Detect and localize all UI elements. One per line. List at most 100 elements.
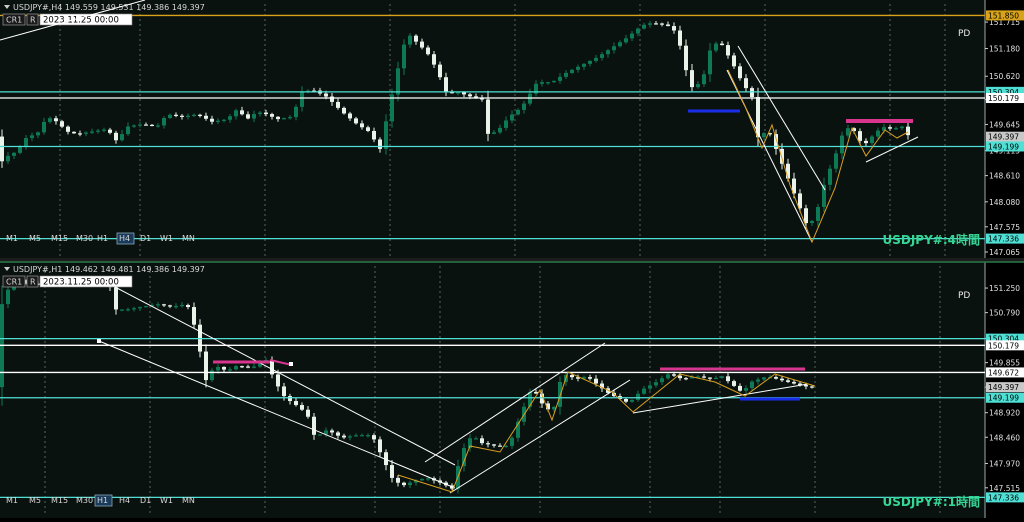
- candle-up: [624, 38, 628, 43]
- candle-up: [216, 120, 220, 122]
- candle-down: [678, 375, 682, 379]
- candle-up: [756, 379, 760, 382]
- candle-down: [570, 375, 574, 378]
- candle-down: [774, 377, 778, 379]
- candle-up: [600, 54, 604, 58]
- candle-up: [540, 82, 544, 84]
- candle-up: [492, 132, 496, 134]
- pane-1時間: 151.250150.790150.304149.855149.397148.9…: [0, 262, 1024, 518]
- candle-down: [378, 139, 382, 149]
- price-tag-label: 149.199: [988, 394, 1019, 403]
- candle-up: [12, 152, 16, 156]
- candle-up: [138, 307, 142, 309]
- candle-down: [426, 47, 430, 55]
- y-tick-label: 148.610: [989, 172, 1020, 181]
- chart-header: USDJPY#,H4 149.559 149.531 149.386 149.3…: [13, 3, 205, 12]
- candle-down: [360, 123, 364, 128]
- candle-down: [204, 115, 208, 119]
- candle-up: [558, 381, 562, 407]
- timeframe-h4: H4: [119, 234, 130, 243]
- candle-down: [198, 114, 202, 116]
- candle-down: [726, 376, 730, 382]
- candle-down: [720, 43, 724, 46]
- candle-up: [132, 125, 136, 127]
- candle-up: [252, 366, 256, 368]
- candle-down: [810, 386, 814, 388]
- candle-down: [270, 114, 274, 117]
- candle-up: [354, 435, 358, 437]
- candle-up: [258, 112, 262, 115]
- candle-up: [6, 155, 10, 162]
- candle-down: [240, 110, 244, 115]
- y-tick-label: 147.515: [989, 484, 1020, 493]
- candle-up: [24, 138, 28, 147]
- indicator-label: PD: [958, 29, 970, 39]
- candle-up: [30, 135, 34, 139]
- candle-up: [510, 114, 514, 121]
- candle-up: [606, 50, 610, 55]
- candle-down: [624, 399, 628, 402]
- candle-down: [336, 432, 340, 436]
- candle-up: [348, 436, 352, 438]
- candle-up: [516, 109, 520, 115]
- candle-up: [696, 84, 700, 88]
- candle-down: [414, 35, 418, 42]
- timeframe-m15: M15: [51, 496, 68, 505]
- price-tag-label: 150.179: [988, 94, 1019, 103]
- candle-up: [282, 118, 286, 120]
- pane-background: [0, 262, 1024, 518]
- candle-up: [642, 24, 646, 29]
- candle-up: [708, 50, 712, 75]
- y-tick-label: 149.645: [989, 120, 1020, 129]
- candle-down: [192, 307, 196, 325]
- candle-up: [156, 304, 160, 306]
- y-tick-label: 147.065: [989, 248, 1020, 257]
- candle-up: [546, 82, 550, 84]
- candle-down: [588, 377, 592, 379]
- candle-up: [570, 69, 574, 73]
- candle-up: [162, 118, 166, 126]
- candle-up: [192, 114, 196, 116]
- candle-up: [648, 385, 652, 389]
- candle-up: [6, 289, 10, 305]
- candle-down: [462, 92, 466, 95]
- candle-up: [810, 220, 814, 224]
- y-tick-label: 147.970: [989, 459, 1020, 468]
- candle-up: [36, 132, 40, 136]
- timeframe-h4: H4: [119, 496, 130, 505]
- y-tick-label: 149.855: [989, 359, 1020, 368]
- price-tag-label: 149.672: [988, 368, 1019, 377]
- candle-down: [0, 136, 4, 162]
- candle-down: [66, 126, 70, 132]
- candle-down: [678, 30, 682, 46]
- candle-down: [684, 378, 688, 380]
- candle-up: [762, 377, 766, 380]
- candle-up: [234, 366, 238, 370]
- trendline-anchor[interactable]: [289, 362, 293, 366]
- candle-up: [552, 80, 556, 83]
- candle-down: [372, 435, 376, 440]
- trendline-anchor[interactable]: [97, 339, 101, 343]
- pane-4時間: 151.715151.180150.620150.145149.645149.1…: [0, 0, 1024, 258]
- candle-up: [630, 33, 634, 39]
- candle-down: [756, 96, 760, 138]
- candle-down: [60, 121, 64, 127]
- candle-down: [672, 26, 676, 31]
- indicator-label: PD: [958, 291, 970, 301]
- price-tag-label: 147.336: [988, 493, 1019, 502]
- candle-down: [726, 45, 730, 56]
- candle-down: [330, 96, 334, 102]
- candle-down: [744, 78, 748, 89]
- cr1-button-label: CR1: [6, 278, 22, 287]
- candle-up: [762, 133, 766, 138]
- candle-down: [306, 409, 310, 417]
- candle-down: [150, 124, 154, 127]
- candle-up: [630, 399, 634, 402]
- candle-up: [504, 445, 508, 448]
- y-tick-label: 148.080: [989, 198, 1020, 207]
- candle-up: [636, 28, 640, 34]
- timeframe-m1: M1: [6, 234, 18, 243]
- y-tick-label: 147.575: [989, 223, 1020, 232]
- candle-up: [234, 110, 238, 117]
- candle-up: [120, 309, 124, 311]
